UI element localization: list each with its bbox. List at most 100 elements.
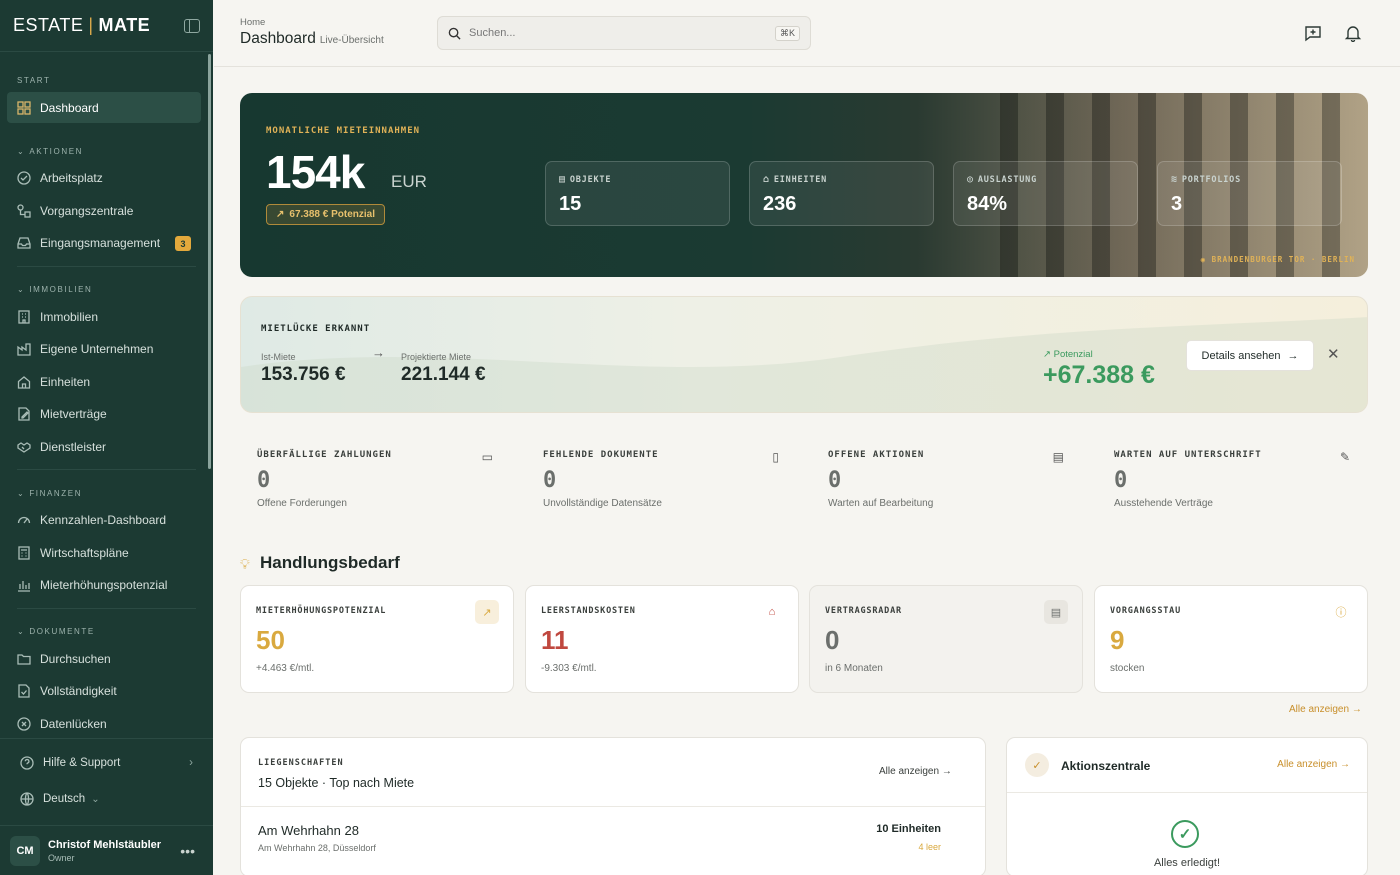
card-leerstandskosten[interactable]: LEERSTANDSKOSTEN 11 -9.303 €/mtl. ⌂	[525, 585, 799, 693]
kpi-desc: Ausstehende Verträge	[1114, 498, 1213, 509]
clipboard-icon: ▤	[1052, 450, 1064, 464]
layers-icon: ≋	[1171, 174, 1178, 185]
gauge-icon	[17, 517, 31, 524]
search-input[interactable]	[469, 27, 775, 39]
sidebar-item-datenluecken[interactable]: Datenlücken	[0, 708, 213, 739]
arrow-right-icon: →	[1351, 704, 1362, 715]
inbox-count-badge: 3	[175, 236, 191, 251]
sidebar-item-vorgangszentrale[interactable]: Vorgangszentrale	[0, 195, 213, 228]
section-label-immobilien[interactable]: ⌄ IMMOBILIEN	[0, 283, 213, 297]
property-name: Am Wehrhahn 28	[258, 823, 359, 838]
user-name: Christof Mehlstäubler	[48, 838, 162, 851]
bar-chart-icon	[18, 581, 30, 592]
sidebar-scrollbar[interactable]	[208, 54, 211, 469]
grid-icon	[17, 100, 31, 115]
stat-einheiten: ⌂ EINHEITEN 236	[749, 161, 934, 226]
action-center-panel: ✓ Aktionszentrale Alle anzeigen → ✓ Alle…	[1006, 737, 1368, 875]
kpi-offene-aktionen[interactable]: OFFENE AKTIONEN 0 Warten auf Bearbeitung…	[811, 432, 1082, 527]
sidebar-item-label: Eingangsmanagement	[40, 236, 161, 251]
stat-auslastung: ◎ AUSLASTUNG 84%	[953, 161, 1138, 226]
close-icon[interactable]: ✕	[1327, 345, 1340, 363]
search-bar[interactable]: ⌘K	[437, 16, 811, 50]
sidebar-item-wirtschaftsplaene[interactable]: Wirtschaftspläne	[0, 537, 213, 570]
arrow-right-icon: →	[1287, 349, 1299, 362]
kpi-fehlende-dokumente[interactable]: FEHLENDE DOKUMENTE 0 Unvollständige Date…	[526, 432, 797, 527]
chevron-down-icon: ⌄	[91, 793, 100, 805]
details-button[interactable]: Details ansehen →	[1186, 340, 1314, 371]
potential-label: ↗ Potenzial	[1043, 349, 1093, 360]
sidebar-item-dienstleister[interactable]: Dienstleister	[0, 431, 213, 464]
action-center-title: Aktionszentrale	[1061, 759, 1151, 773]
lightbulb-icon: 💡︎	[240, 556, 250, 572]
kpi-ueberfaellige-zahlungen[interactable]: ÜBERFÄLLIGE ZAHLUNGEN 0 Offene Forderung…	[240, 432, 511, 527]
sidebar-item-eingangsmanagement[interactable]: Eingangsmanagement 3	[0, 227, 213, 260]
properties-panel: LIEGENSCHAFTEN 15 Objekte · Top nach Mie…	[240, 737, 986, 875]
card-vorgangsstau[interactable]: VORGANGSSTAU 9 stocken ⓘ	[1094, 585, 1368, 693]
sidebar-item-dashboard[interactable]: Dashboard	[7, 92, 201, 123]
language-select[interactable]: Deutsch ⌄	[0, 781, 213, 817]
properties-subtitle: 15 Objekte · Top nach Miete	[258, 776, 415, 790]
section-label-dokumente[interactable]: ⌄ DOKUMENTE	[0, 625, 213, 639]
sidebar-toggle-icon[interactable]	[184, 18, 200, 33]
home-icon	[17, 375, 31, 389]
sidebar-item-label: Vorgangszentrale	[40, 203, 134, 218]
file-search-icon: ▯	[772, 450, 779, 464]
sidebar-item-mietvertraege[interactable]: Mietverträge	[0, 398, 213, 431]
card-label: MIETERHÖHUNGSPOTENZIAL	[256, 606, 387, 616]
kpi-warten-auf-unterschrift[interactable]: WARTEN AUF UNTERSCHRIFT 0 Ausstehende Ve…	[1097, 432, 1368, 527]
sidebar-item-label: Eigene Unternehmen	[40, 342, 154, 357]
sidebar-item-arbeitsplatz[interactable]: Arbeitsplatz	[0, 162, 213, 195]
properties-all-link[interactable]: Alle anzeigen →	[879, 766, 952, 777]
section-title-handlungsbedarf: Handlungsbedarf	[260, 553, 400, 572]
search-icon	[448, 27, 461, 40]
top-header: Home DashboardLive-Übersicht ⌘K	[214, 0, 1400, 67]
kpi-value: 0	[828, 468, 842, 493]
sidebar-item-kennzahlen-dashboard[interactable]: Kennzahlen-Dashboard	[0, 504, 213, 537]
sidebar-nav: START Dashboard ⌄ AKTIONEN Arbeitsplatz V…	[0, 52, 213, 738]
action-center-all-link[interactable]: Alle anzeigen →	[1277, 759, 1350, 770]
user-profile[interactable]: CM Christof Mehlstäubler Owner •••	[0, 825, 213, 875]
card-mieterhoehungspotenzial[interactable]: MIETERHÖHUNGSPOTENZIAL 50 +4.463 €/mtl. …	[240, 585, 514, 693]
sidebar-item-vollstaendigkeit[interactable]: Vollständigkeit	[0, 675, 213, 708]
section-label-finanzen[interactable]: ⌄ FINANZEN	[0, 486, 213, 500]
more-icon[interactable]: •••	[180, 843, 195, 859]
card-value: 9	[1110, 625, 1125, 655]
handlungsbedarf-all-link[interactable]: Alle anzeigen →	[1289, 704, 1362, 715]
search-shortcut: ⌘K	[774, 25, 800, 41]
card-label: LEERSTANDSKOSTEN	[541, 606, 636, 616]
breadcrumb[interactable]: Home	[240, 17, 265, 28]
sidebar-item-label: Dashboard	[40, 100, 99, 115]
trend-up-icon: ↗	[1043, 349, 1054, 360]
card-value: 50	[256, 625, 285, 655]
trend-up-icon: ↗	[276, 209, 285, 220]
property-address: Am Wehrhahn 28, Düsseldorf	[258, 843, 376, 853]
sidebar-item-durchsuchen[interactable]: Durchsuchen	[0, 643, 213, 676]
kpi-label: WARTEN AUF UNTERSCHRIFT	[1114, 450, 1262, 460]
language-label: Deutsch	[43, 793, 86, 805]
table-row[interactable]: Am Wehrhahn 28 Am Wehrhahn 28, Düsseldor…	[241, 806, 985, 870]
chevron-right-icon: ›	[189, 757, 193, 769]
app-logo[interactable]: ESTATE | MATE	[13, 15, 150, 36]
stat-portfolios: ≋ PORTFOLIOS 3	[1157, 161, 1342, 226]
sidebar-item-eigene-unternehmen[interactable]: Eigene Unternehmen	[0, 333, 213, 366]
section-label-aktionen[interactable]: ⌄ AKTIONEN	[0, 144, 213, 158]
sidebar-item-mieterhoehungspotenzial[interactable]: Mieterhöhungspotenzial	[0, 569, 213, 602]
sidebar-item-immobilien[interactable]: Immobilien	[0, 301, 213, 334]
page-subtitle: Live-Übersicht	[319, 35, 384, 46]
sidebar-item-einheiten[interactable]: Einheiten	[0, 366, 213, 399]
sidebar-footer: Hilfe & Support › Deutsch ⌄	[0, 738, 213, 817]
feedback-icon[interactable]	[1304, 24, 1322, 42]
user-role: Owner	[48, 852, 75, 863]
empty-state-text: Alles erledigt!	[1153, 857, 1221, 869]
sidebar-item-label: Mieterhöhungspotenzial	[40, 578, 168, 593]
trend-up-icon: ↗	[475, 600, 499, 624]
logo-row: ESTATE | MATE	[0, 0, 213, 52]
arrow-right-icon: →	[941, 766, 952, 777]
card-vertragsradar[interactable]: VERTRAGSRADAR 0 in 6 Monaten ▤	[809, 585, 1083, 693]
kpi-label: ÜBERFÄLLIGE ZAHLUNGEN	[257, 450, 392, 460]
target-icon: ◎	[967, 174, 974, 185]
bell-icon[interactable]	[1344, 24, 1362, 42]
help-support-link[interactable]: Hilfe & Support ›	[0, 745, 213, 781]
pin-icon: ◉	[1200, 255, 1212, 264]
file-icon: ▤	[1044, 600, 1068, 624]
